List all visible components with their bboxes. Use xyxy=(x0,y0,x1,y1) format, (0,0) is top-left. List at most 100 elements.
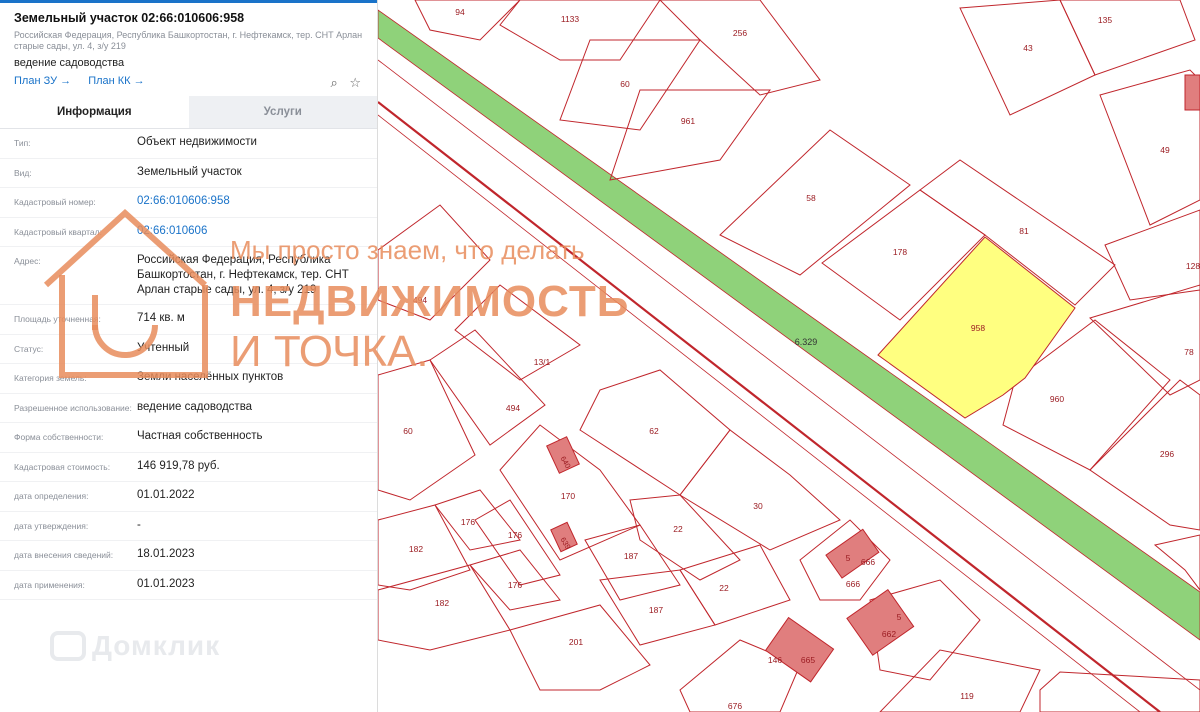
info-row-label: Категория земель: xyxy=(14,373,87,383)
property-address: Российская Федерация, Республика Башкорт… xyxy=(14,30,363,51)
parcel-label: 961 xyxy=(681,116,695,126)
tab-bar: Информация Услуги xyxy=(0,96,377,129)
info-row: Площадь уточненная: 714 кв. м xyxy=(0,305,377,335)
parcel-label: 119 xyxy=(960,691,974,701)
plan-links: План ЗУ → План КК → xyxy=(14,75,363,87)
info-row-value: Российская Федерация, Республика Башкорт… xyxy=(137,254,349,296)
info-row: Форма собственности: Частная собственност… xyxy=(0,423,377,453)
info-row: дата утверждения: - xyxy=(0,512,377,541)
parcel-label: 13/1 xyxy=(534,357,551,367)
info-row-value: 18.01.2023 xyxy=(137,548,195,560)
info-row: дата определения: 01.01.2022 xyxy=(0,482,377,512)
info-row-label: дата определения: xyxy=(14,491,89,501)
road-label: 6.329 xyxy=(795,337,818,347)
parcel-label: 94 xyxy=(455,7,465,17)
parcel-label: 256 xyxy=(733,28,747,38)
parcel-label: 666 xyxy=(846,579,860,589)
info-row: Тип: Объект недвижимости xyxy=(0,129,377,159)
info-row-label: Статус: xyxy=(14,343,44,354)
info-row-value: ведение садоводства xyxy=(137,400,253,413)
parcel-label: 296 xyxy=(1160,449,1174,459)
parcel-label: 666 xyxy=(861,557,875,567)
parcel-label: 5 xyxy=(897,612,902,622)
info-row-value[interactable]: 02:66:010606 xyxy=(137,224,363,239)
parcel-label: 30 xyxy=(753,501,763,511)
info-row-value[interactable]: 02:66:010606:958 xyxy=(137,194,363,209)
parcel-label: 662 xyxy=(882,629,896,639)
info-row-value: 146 919,78 руб. xyxy=(137,459,220,472)
parcel-label: 146 xyxy=(768,655,782,665)
parcel-label: 78 xyxy=(1184,347,1194,357)
info-row-label: Кадастровый квартал: xyxy=(14,226,102,237)
info-row-label: дата утверждения: xyxy=(14,520,89,531)
info-row-label: Форма собственности: xyxy=(14,432,104,442)
info-row-label: Кадастровая стоимость: xyxy=(14,461,111,472)
info-row: Категория земель: Земли населённых пункто… xyxy=(0,364,377,394)
info-row-label: Разрешенное использование: xyxy=(14,402,132,413)
parcel-label: 58 xyxy=(806,193,816,203)
info-row-label: Площадь уточненная: xyxy=(14,314,101,324)
parcel-label: 22 xyxy=(673,524,683,534)
info-row-label: Вид: xyxy=(14,167,32,178)
parcel-label: 1133 xyxy=(561,14,580,24)
domclick-text: Домклик xyxy=(92,630,221,661)
parcel-label: 182 xyxy=(435,598,449,608)
info-row-value: Земли населённых пунктов xyxy=(137,371,284,383)
header-actions: ⌕ ☆ xyxy=(322,75,361,91)
info-rows: Тип: Объект недвижимости Вид: Земельный уча… xyxy=(0,129,377,600)
parcel-label: 128 xyxy=(1186,261,1200,271)
parcel-label: 22 xyxy=(719,583,729,593)
info-row: Статус: Учтенный xyxy=(0,335,377,364)
info-row-value: Земельный участок xyxy=(137,165,242,178)
info-row: Адрес: Российская Федерация, Республика Б… xyxy=(0,247,377,305)
parcel-label: 494 xyxy=(413,295,427,305)
domclick-icon xyxy=(50,631,86,661)
info-row-value: 714 кв. м xyxy=(137,312,185,324)
property-usage: ведение садоводства xyxy=(14,57,125,69)
plan-kk-link[interactable]: План КК → xyxy=(88,75,144,87)
info-row: Кадастровая стоимость: 146 919,78 руб. xyxy=(0,453,377,482)
info-row: Вид: Земельный участок xyxy=(0,159,377,188)
info-row-value: - xyxy=(137,518,141,531)
info-row: Разрешенное использование: ведение садово… xyxy=(0,394,377,423)
info-row: дата внесения сведений: 18.01.2023 xyxy=(0,541,377,571)
domclick-logo: Домклик xyxy=(50,630,220,662)
parcel-label: 176 xyxy=(508,580,522,590)
parcel-label: 60 xyxy=(620,79,630,89)
parcel-label: 176 xyxy=(461,517,475,527)
info-row-label: Адрес: xyxy=(14,256,41,266)
parcel-label: 665 xyxy=(801,655,815,665)
parcel-label: 170 xyxy=(561,491,575,501)
parcel-label: 5 xyxy=(846,553,851,563)
parcel-label: 187 xyxy=(624,551,638,561)
info-row-label: дата применения: xyxy=(14,579,85,590)
parcel-label: 81 xyxy=(1019,226,1029,236)
panel-header: Земельный участок 02:66:010606:958 Росси… xyxy=(0,0,377,96)
parcel-label: 676 xyxy=(728,701,742,711)
parcel-label: 182 xyxy=(409,544,423,554)
info-row: Кадастровый квартал: 02:66:010606 xyxy=(0,218,377,247)
parcel-label: 135 xyxy=(1098,15,1112,25)
info-row-value: Объект недвижимости xyxy=(137,136,257,148)
parcel-label: 60 xyxy=(403,426,413,436)
parcel-label: 176 xyxy=(508,530,522,540)
star-icon[interactable]: ☆ xyxy=(349,75,361,90)
info-row: дата применения: 01.01.2023 xyxy=(0,571,377,600)
info-row-value: Частная собственность xyxy=(137,430,263,442)
building-edge[interactable] xyxy=(1184,74,1200,111)
tab-services[interactable]: Услуги xyxy=(188,96,377,128)
parcel-label: 960 xyxy=(1050,394,1064,404)
info-row-label: Тип: xyxy=(14,138,31,148)
search-doc-icon[interactable]: ⌕ xyxy=(330,75,337,90)
plan-zu-link[interactable]: План ЗУ → xyxy=(14,75,71,87)
parcel-label: 62 xyxy=(649,426,659,436)
parcel-label: 187 xyxy=(649,605,663,615)
info-row-value: 01.01.2023 xyxy=(137,577,195,590)
tab-info[interactable]: Информация xyxy=(0,96,189,128)
property-title: Земельный участок 02:66:010606:958 xyxy=(14,11,245,25)
parcel-label: 178 xyxy=(893,247,907,257)
info-row-value: Учтенный xyxy=(137,341,190,354)
info-row-value: 01.01.2022 xyxy=(137,489,195,501)
parcel-label: 49 xyxy=(1160,145,1170,155)
parcel-label: 494 xyxy=(506,403,520,413)
